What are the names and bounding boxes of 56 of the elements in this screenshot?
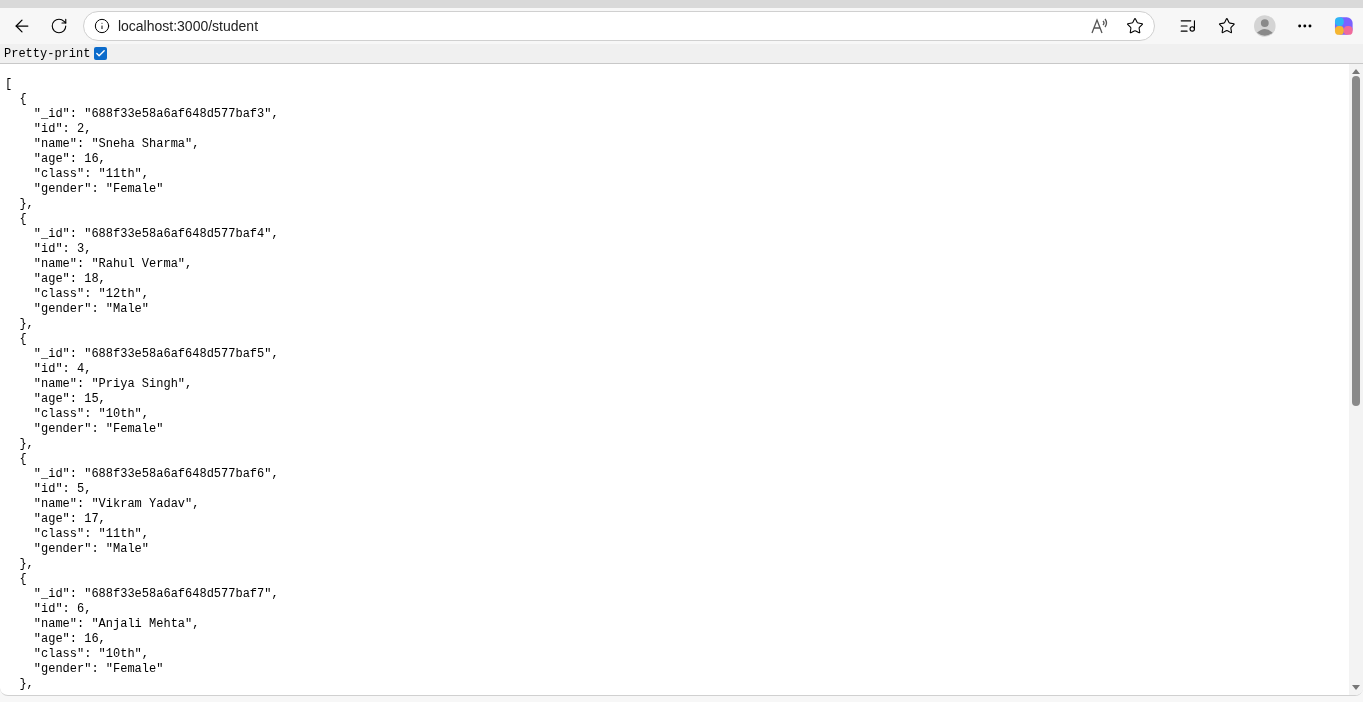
json-line: "class": "10th", [32, 647, 150, 662]
json-line: { [18, 572, 27, 587]
json-line: "age": 15, [32, 392, 106, 407]
refresh-icon[interactable] [50, 17, 69, 35]
json-line: "gender": "Male" [32, 302, 150, 317]
json-line: "id": 5, [32, 482, 92, 497]
json-line: "class": "10th", [32, 407, 150, 422]
json-line: { [18, 332, 27, 347]
json-line: { [18, 212, 27, 227]
pretty-print-checkbox[interactable] [94, 47, 108, 60]
json-line: "age": 16, [32, 632, 106, 647]
json-line: "gender": "Female" [32, 662, 164, 677]
json-line: }, [18, 317, 34, 332]
json-line: "class": "11th", [32, 527, 150, 542]
address-bar[interactable]: localhost:3000/student [82, 11, 1155, 41]
json-line: [ [5, 77, 13, 92]
json-line: "gender": "Female" [32, 422, 164, 437]
json-line: }, [18, 557, 34, 572]
favorite-star-icon[interactable] [1125, 17, 1144, 35]
copilot-logo-icon[interactable] [1333, 15, 1355, 37]
read-aloud-icon[interactable] [1089, 17, 1108, 35]
scroll-thumb[interactable] [1352, 76, 1360, 406]
json-line: }, [18, 197, 34, 212]
url-text: localhost:3000/student [117, 16, 259, 36]
site-info-icon[interactable] [93, 18, 110, 34]
json-line: "class": "11th", [32, 167, 150, 182]
json-line: { [18, 92, 27, 107]
profile-avatar-icon[interactable] [1254, 15, 1276, 37]
scroll-down-icon[interactable] [1352, 685, 1360, 690]
json-line: "class": "12th", [32, 287, 150, 302]
json-line: "_id": "688f33e58a6af648d577baf6", [32, 467, 279, 482]
json-line: "_id": "688f33e58a6af648d577baf4", [32, 227, 279, 242]
json-line: "gender": "Male" [32, 542, 150, 557]
json-line: "_id": "688f33e58a6af648d577baf7", [32, 587, 279, 602]
json-line: "age": 18, [32, 272, 106, 287]
json-line: "id": 3, [32, 242, 92, 257]
json-line: "name": "Sneha Sharma", [32, 137, 200, 152]
json-line: { [18, 452, 27, 467]
json-line: "age": 17, [32, 512, 106, 527]
json-line: "id": 4, [32, 362, 92, 377]
json-line: "name": "Anjali Mehta", [32, 617, 200, 632]
json-line: "id": 2, [32, 122, 92, 137]
json-line: }, [18, 437, 34, 452]
json-line: "gender": "Female" [32, 182, 164, 197]
favorites-list-icon[interactable] [1218, 17, 1237, 35]
json-line: "name": "Rahul Verma", [32, 257, 193, 272]
json-line: "name": "Priya Singh", [32, 377, 193, 392]
json-line: "_id": "688f33e58a6af648d577baf3", [32, 107, 279, 122]
pretty-print-label: Pretty-print [4, 45, 91, 63]
json-line: "age": 16, [32, 152, 106, 167]
json-line: }, [18, 677, 34, 692]
music-note-icon[interactable] [1178, 17, 1197, 35]
json-line: "_id": "688f33e58a6af648d577baf5", [32, 347, 279, 362]
json-line: "id": 6, [32, 602, 92, 617]
json-line: "name": "Vikram Yadav", [32, 497, 200, 512]
scrollbar[interactable] [1349, 64, 1363, 695]
